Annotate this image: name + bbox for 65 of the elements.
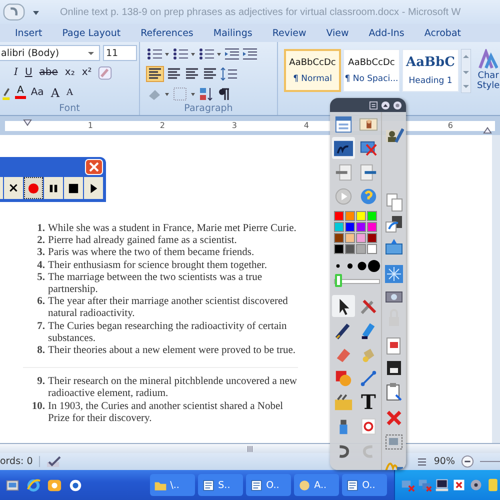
ruler-number: 6 xyxy=(446,120,453,130)
taskbar-button[interactable]: \.. xyxy=(150,474,196,496)
list-sentence: Paris was where the two of them became friends. xyxy=(48,247,256,260)
ribbon-tab[interactable]: Acrobat xyxy=(424,28,462,38)
format-button[interactable]: A xyxy=(64,88,75,98)
taskbar-label: \.. xyxy=(170,480,180,490)
font-size-field[interactable]: 11 xyxy=(103,45,137,61)
taskbar-button[interactable]: O.. xyxy=(342,474,388,496)
zoom-level[interactable]: 90% xyxy=(434,456,455,467)
change-styles-label[interactable]: Style xyxy=(477,81,500,91)
format-button[interactable]: A xyxy=(48,86,62,100)
list-sentence: The Curies began researching the radioactivity of certain substances. xyxy=(48,320,288,346)
taskbar-label: O.. xyxy=(266,480,280,490)
ribbon-tab[interactable]: Mailings xyxy=(213,28,252,38)
item-number: 4. xyxy=(36,260,46,272)
ribbon-tab[interactable]: View xyxy=(326,28,349,38)
style-preset[interactable]: AaBbCcDc ¶ No Spaci... xyxy=(343,49,400,92)
taskbar-label: O.. xyxy=(362,480,376,490)
format-button[interactable]: abe xyxy=(37,67,60,78)
item-number: 10. xyxy=(30,400,46,414)
item-number: 2. xyxy=(36,235,46,248)
item-number: 8. xyxy=(36,345,46,358)
taskbar-button[interactable]: A.. xyxy=(294,474,340,496)
format-button[interactable]: Aa xyxy=(28,87,46,98)
window-title: Online text p. 138-9 on prep phrases as adjectives for virtual classroom.docx - Microsoft W xyxy=(60,6,461,18)
group-label: Font xyxy=(58,103,81,114)
text-tool-button[interactable]: T xyxy=(357,391,380,413)
ruler-number: 2 xyxy=(158,120,165,130)
word-count[interactable]: ords: 0 xyxy=(0,456,40,467)
list-sentence: The marriage between the two scientists was a true partnership. xyxy=(48,272,264,296)
style-preset[interactable]: AaBbCcDc ¶ Normal xyxy=(284,49,341,92)
group-label: Paragraph xyxy=(183,103,234,114)
item-number: 9. xyxy=(36,376,46,390)
taskbar-button[interactable]: O.. xyxy=(246,474,292,496)
style-preset[interactable]: AaBbC Heading 1 xyxy=(402,49,459,92)
taskbar-button[interactable]: S.. xyxy=(198,474,244,496)
format-button[interactable]: I xyxy=(12,67,20,78)
ribbon-tab[interactable]: Add-Ins xyxy=(368,28,404,38)
taskbar-label: A.. xyxy=(314,480,327,490)
list-sentence: Pierre had already gained fame as a scientist. xyxy=(48,235,238,248)
change-styles-label[interactable]: Char xyxy=(478,71,499,81)
taskbar-label: S.. xyxy=(218,480,230,490)
item-number: 6. xyxy=(36,296,46,310)
list-sentence: The year after their marriage another scientist discovered natural radioactivity. xyxy=(48,296,289,321)
list-sentence: Their theories about a new element were proved to be true. xyxy=(48,345,297,358)
format-button[interactable]: U xyxy=(22,67,34,78)
ribbon-tab[interactable]: Insert xyxy=(15,28,42,38)
format-button[interactable]: x² xyxy=(80,67,94,78)
ribbon-tab[interactable]: Review xyxy=(272,28,306,38)
ribbon-tab[interactable]: References xyxy=(140,28,194,38)
item-number: 7. xyxy=(36,320,46,334)
item-number: 5. xyxy=(36,272,46,285)
list-sentence: While she was a student in France, Marie met Pierre Curie. xyxy=(48,223,298,236)
format-button[interactable]: x₂ xyxy=(62,67,77,78)
list-sentence: In 1903, the Curies and another scientist shared a Nobel Prize for their discovery. xyxy=(48,400,284,426)
list-sentence: Their research on the mineral pitchblende uncovered a new radioactive element, radium. xyxy=(48,376,298,401)
cancel-button[interactable]: × xyxy=(4,177,23,199)
ribbon-tab[interactable]: Page Layout xyxy=(62,28,121,38)
list-sentence: Their enthusiasm for science brought them together. xyxy=(48,260,268,272)
item-number: 1. xyxy=(36,223,46,236)
format-button[interactable]: A xyxy=(15,86,26,99)
ruler-number: 4 xyxy=(302,120,309,130)
ruler-number: 3 xyxy=(230,120,237,130)
item-number: 3. xyxy=(36,247,46,260)
ruler-number: 1 xyxy=(86,120,93,130)
